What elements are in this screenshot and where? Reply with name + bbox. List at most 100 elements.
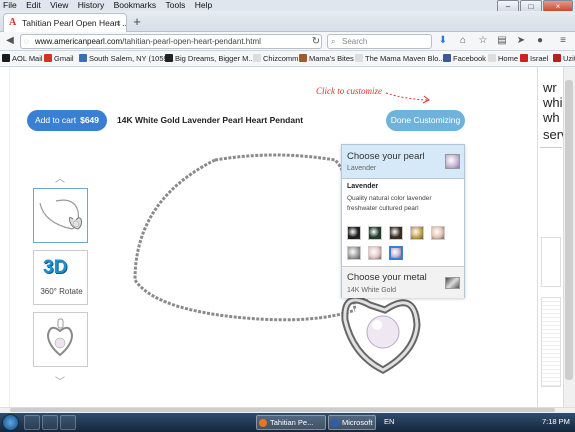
blog-icon <box>165 54 173 62</box>
rotate-label: 360° Rotate <box>40 287 83 296</box>
bookmark-south-salem[interactable]: South Salem, NY (1059... <box>79 51 174 66</box>
bookmark-chizcomm[interactable]: Chizcomm <box>253 51 298 66</box>
thumbnail-pendant-front[interactable] <box>33 312 88 367</box>
bookmark-big-dreams[interactable]: Big Dreams, Bigger M... <box>165 51 255 66</box>
bookmark-aol-mail[interactable]: AOL Mail <box>2 51 43 66</box>
pearl-swatch[interactable] <box>410 226 424 240</box>
taskbar-firefox-window[interactable]: Tahitian Pe... <box>256 415 326 430</box>
start-button[interactable] <box>2 414 19 431</box>
chat-icon[interactable]: ● <box>533 33 547 49</box>
menu-bar: File Edit View History Bookmarks Tools H… <box>0 0 575 11</box>
browser-tab[interactable]: A Tahitian Pearl Open Heart ... × <box>3 13 127 32</box>
page-icon <box>488 54 496 62</box>
choose-metal-heading: Choose your metal <box>347 272 427 283</box>
word-icon <box>331 419 339 427</box>
right-text-line: whi <box>543 95 563 110</box>
menu-view[interactable]: View <box>50 0 68 10</box>
site-favicon-icon: A <box>9 17 17 28</box>
add-to-cart-button[interactable]: Add to cart $649 <box>27 110 107 131</box>
menu-tools[interactable]: Tools <box>165 0 185 10</box>
menu-help[interactable]: Help <box>195 0 212 10</box>
facebook-icon <box>443 54 451 62</box>
taskbar-pinned-app[interactable] <box>60 415 76 430</box>
pearl-swatch[interactable] <box>431 226 445 240</box>
url-path: /tahitian-pearl-open-heart-pendant.html <box>122 37 261 46</box>
right-text-line: wr <box>543 80 557 95</box>
url-host: www.americanpearl.com <box>35 37 123 46</box>
pearl-swatch[interactable] <box>389 246 403 260</box>
bookmarks-bar: AOL Mail Gmail South Salem, NY (1059... … <box>0 51 575 67</box>
thumbnail-down-chevron-icon[interactable]: ﹀ <box>53 373 67 388</box>
taskbar-pinned-explorer[interactable] <box>24 415 40 430</box>
back-icon[interactable]: ◀ <box>3 33 17 49</box>
menu-file[interactable]: File <box>3 0 17 10</box>
pearl-swatch[interactable] <box>347 246 361 260</box>
necklace-thumbnail-image <box>39 199 83 230</box>
vertical-scroll-thumb[interactable] <box>565 80 573 380</box>
system-clock[interactable]: 7:18 PM <box>542 417 570 426</box>
bookmark-home[interactable]: Home <box>488 51 518 66</box>
tab-title: Tahitian Pearl Open Heart ... <box>22 18 127 28</box>
aol-icon <box>2 54 10 62</box>
search-icon: ⌕ <box>331 37 336 46</box>
right-text-line: serv <box>543 127 563 142</box>
menu-history[interactable]: History <box>78 0 104 10</box>
bookmarks-menu-icon[interactable]: ▤ <box>495 33 509 49</box>
url-bar[interactable]: ◌ www.americanpearl.com/tahitian-pearl-o… <box>20 34 322 49</box>
pearl-swatch[interactable] <box>389 226 403 240</box>
pearl-detail-name: Lavender <box>347 183 379 190</box>
price: $649 <box>80 115 100 125</box>
israel-icon <box>520 54 528 62</box>
bookmark-star-icon[interactable]: ☆ <box>476 33 490 49</box>
taskbar-word-window[interactable]: Microsoft ... <box>328 415 376 430</box>
home-icon[interactable]: ⌂ <box>456 33 470 49</box>
tab-close-icon[interactable]: × <box>116 14 121 32</box>
customizer-panel: Choose your pearl Lavender Lavender Qual… <box>341 144 465 298</box>
right-column-text: wr whi wh serv <box>537 67 563 407</box>
reload-icon[interactable]: ↻ <box>309 34 323 50</box>
choose-metal-header[interactable]: Choose your metal 14K White Gold <box>342 266 464 298</box>
bookmark-israel[interactable]: Israel <box>520 51 548 66</box>
page-icon <box>253 54 261 62</box>
selected-metal-swatch <box>445 277 460 289</box>
firefox-icon <box>259 419 267 427</box>
bookmark-facebook[interactable]: Facebook <box>443 51 486 66</box>
pendant-thumbnail-image <box>46 318 74 357</box>
sidebar-box <box>541 237 561 287</box>
click-to-customize-hint: Click to customize <box>316 86 382 96</box>
thumbnail-up-chevron-icon[interactable]: ︿ <box>53 170 67 185</box>
choose-pearl-heading: Choose your pearl <box>347 151 425 162</box>
taskbar-pinned-folder[interactable] <box>42 415 58 430</box>
menu-edit[interactable]: Edit <box>26 0 41 10</box>
new-tab-button[interactable]: + <box>130 14 144 30</box>
share-icon[interactable]: ➤ <box>514 33 528 49</box>
weather-icon <box>79 54 87 62</box>
pearl-swatch[interactable] <box>347 226 361 240</box>
pearl-swatch[interactable] <box>368 226 382 240</box>
download-icon[interactable]: ⬇ <box>436 33 450 49</box>
product-title: 14K White Gold Lavender Pearl Heart Pend… <box>117 115 304 125</box>
hint-arrow-icon <box>385 92 430 104</box>
menu-bookmarks[interactable]: Bookmarks <box>114 0 157 10</box>
language-indicator[interactable]: EN <box>384 417 394 426</box>
bookmark-mama-maven[interactable]: The Mama Maven Blo... <box>355 51 445 66</box>
menu-hamburger-icon[interactable]: ≡ <box>556 33 570 49</box>
selected-pearl-swatch <box>445 154 460 169</box>
search-input[interactable]: ⌕ Search <box>327 34 432 49</box>
thumbnail-360-rotate[interactable]: 3D 360° Rotate <box>33 250 88 305</box>
gmail-icon <box>44 54 52 62</box>
bookmark-gmail[interactable]: Gmail <box>44 51 74 66</box>
windows-taskbar: Tahitian Pe... Microsoft ... EN 7:18 PM <box>0 413 575 432</box>
search-placeholder: Search <box>342 37 368 46</box>
uzit-icon <box>553 54 561 62</box>
thumbnail-necklace[interactable] <box>33 188 88 243</box>
pearl-swatch[interactable] <box>368 246 382 260</box>
done-customizing-button[interactable]: Done Customizing <box>386 110 465 131</box>
horizontal-scroll-thumb[interactable] <box>10 408 555 412</box>
pearl-detail-description: Quality natural color lavender freshwate… <box>347 195 432 212</box>
bookmark-uzit[interactable]: Uzit <box>553 51 575 66</box>
bookmark-mamas-bites[interactable]: Mama's Bites <box>299 51 354 66</box>
add-to-cart-label: Add to cart <box>34 115 77 125</box>
choose-pearl-header[interactable]: Choose your pearl Lavender <box>342 145 464 179</box>
divider <box>540 147 562 148</box>
